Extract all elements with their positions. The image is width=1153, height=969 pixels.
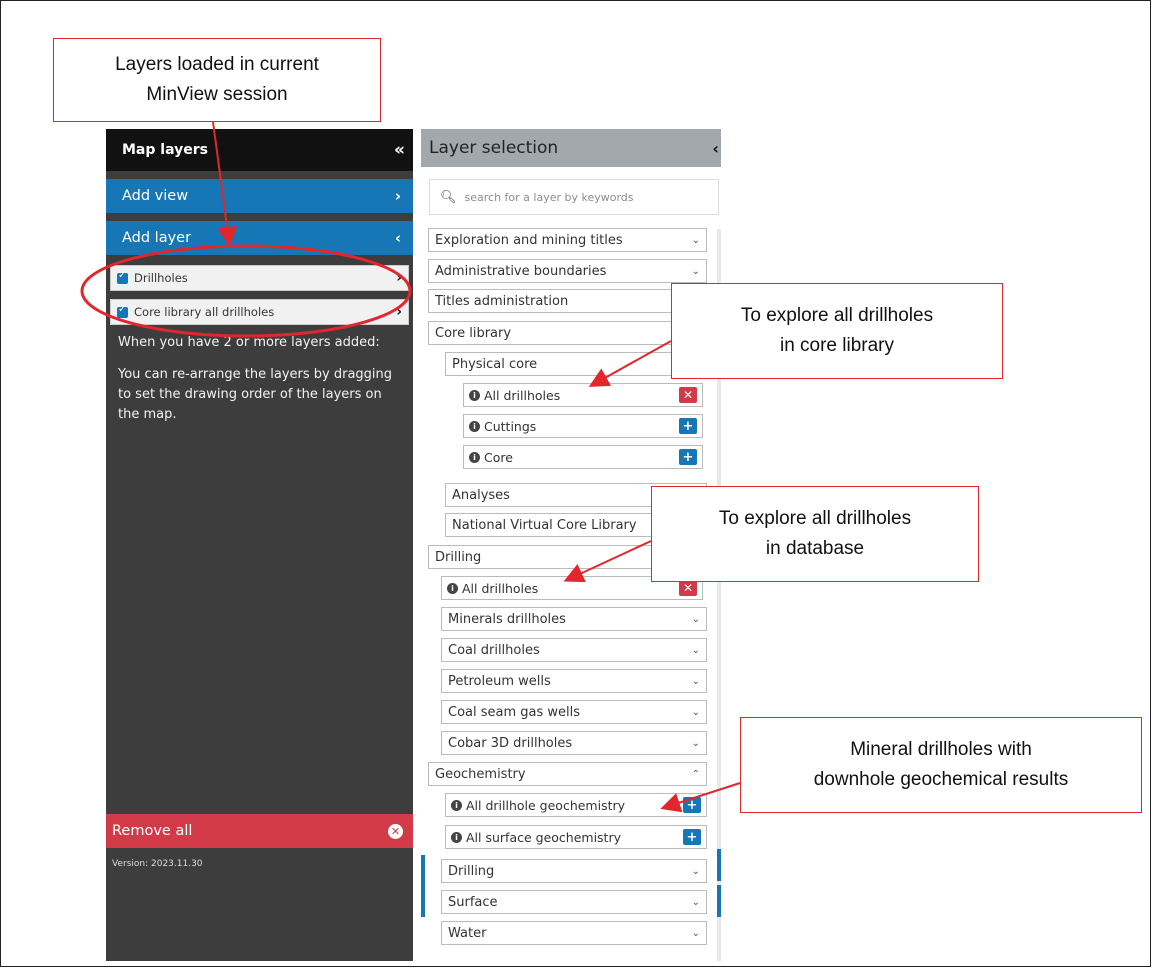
annotation-overlay (80, 121, 741, 813)
highlight-ellipse (80, 244, 412, 338)
arrow-to-drilling-drillholes (563, 540, 652, 583)
arrow-to-loaded-layers (212, 121, 238, 247)
figure-frame: Map layers « Add view › Add layer ‹ Dril… (0, 0, 1151, 967)
arrow-to-geochemistry (660, 782, 741, 813)
arrow-to-core-drillholes (588, 340, 672, 387)
